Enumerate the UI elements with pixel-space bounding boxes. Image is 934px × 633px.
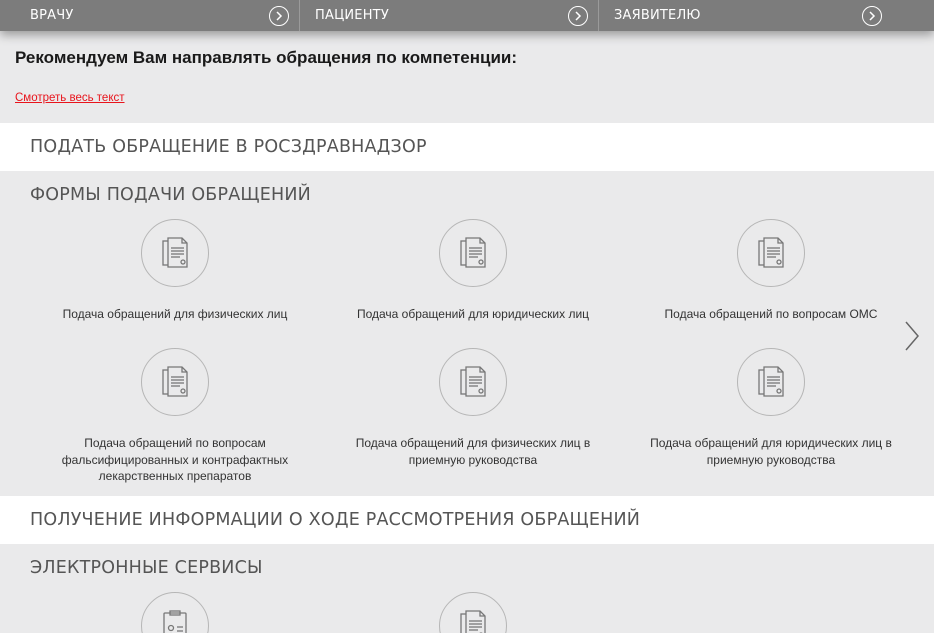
chevron-right-circle-icon	[862, 5, 882, 26]
document-icon	[439, 348, 507, 416]
form-card-label: Подача обращений для физических лиц	[62, 307, 288, 321]
document-icon	[439, 592, 507, 633]
form-card-individuals[interactable]: Подача обращений для физических лиц	[30, 219, 320, 323]
form-card-counterfeit-drugs[interactable]: Подача обращений по вопросам фальсифицир…	[30, 348, 320, 485]
form-card-individuals-reception[interactable]: Подача обращений для физических лиц в пр…	[328, 348, 618, 468]
form-card-legal-entities[interactable]: Подача обращений для юридических лиц	[328, 219, 618, 323]
nav-item-patient[interactable]: ПАЦИЕНТУ	[300, 0, 599, 31]
chevron-right-circle-icon	[568, 5, 588, 26]
id-card-icon	[141, 592, 209, 633]
form-card-label: Подача обращений для юридических лиц в п…	[650, 436, 892, 467]
document-icon	[737, 219, 805, 287]
document-icon	[439, 219, 507, 287]
section-eservices-title: ЭЛЕКТРОННЫЕ СЕРВИСЫ	[0, 544, 934, 592]
section-forms-title: ФОРМЫ ПОДАЧИ ОБРАЩЕНИЙ	[0, 171, 934, 219]
chevron-right-circle-icon	[269, 5, 289, 26]
nav-item-label: ПАЦИЕНТУ	[315, 8, 389, 23]
form-card-oms[interactable]: Подача обращений по вопросам ОМС	[626, 219, 916, 323]
chevron-right-icon[interactable]	[902, 320, 922, 352]
nav-item-label: ВРАЧУ	[30, 8, 74, 23]
section-submit-appeal[interactable]: ПОДАТЬ ОБРАЩЕНИЕ В РОСЗДРАВНАДЗОР	[0, 123, 934, 171]
form-card-label: Подача обращений по вопросам фальсифицир…	[61, 436, 289, 483]
service-card-1[interactable]	[30, 592, 320, 633]
read-full-text-link[interactable]: Смотреть весь текст	[15, 92, 125, 104]
section-appeal-status[interactable]: ПОЛУЧЕНИЕ ИНФОРМАЦИИ О ХОДЕ РАССМОТРЕНИЯ…	[0, 496, 934, 544]
nav-item-doctor[interactable]: ВРАЧУ	[0, 0, 300, 31]
form-card-label: Подача обращений для физических лиц в пр…	[355, 436, 591, 467]
document-icon	[141, 348, 209, 416]
form-card-label: Подача обращений для юридических лиц	[356, 307, 590, 321]
nav-item-applicant[interactable]: ЗАЯВИТЕЛЮ	[599, 0, 934, 31]
document-icon	[141, 219, 209, 287]
service-card-2[interactable]	[328, 592, 618, 633]
top-navigation: ВРАЧУ ПАЦИЕНТУ ЗАЯВИТЕЛЮ	[0, 0, 934, 31]
recommendation-heading: Рекомендуем Вам направлять обращения по …	[15, 48, 518, 67]
form-card-legal-reception[interactable]: Подача обращений для юридических лиц в п…	[626, 348, 916, 468]
document-icon	[737, 348, 805, 416]
form-card-label: Подача обращений по вопросам ОМС	[664, 307, 878, 321]
nav-item-label: ЗАЯВИТЕЛЮ	[614, 8, 701, 23]
